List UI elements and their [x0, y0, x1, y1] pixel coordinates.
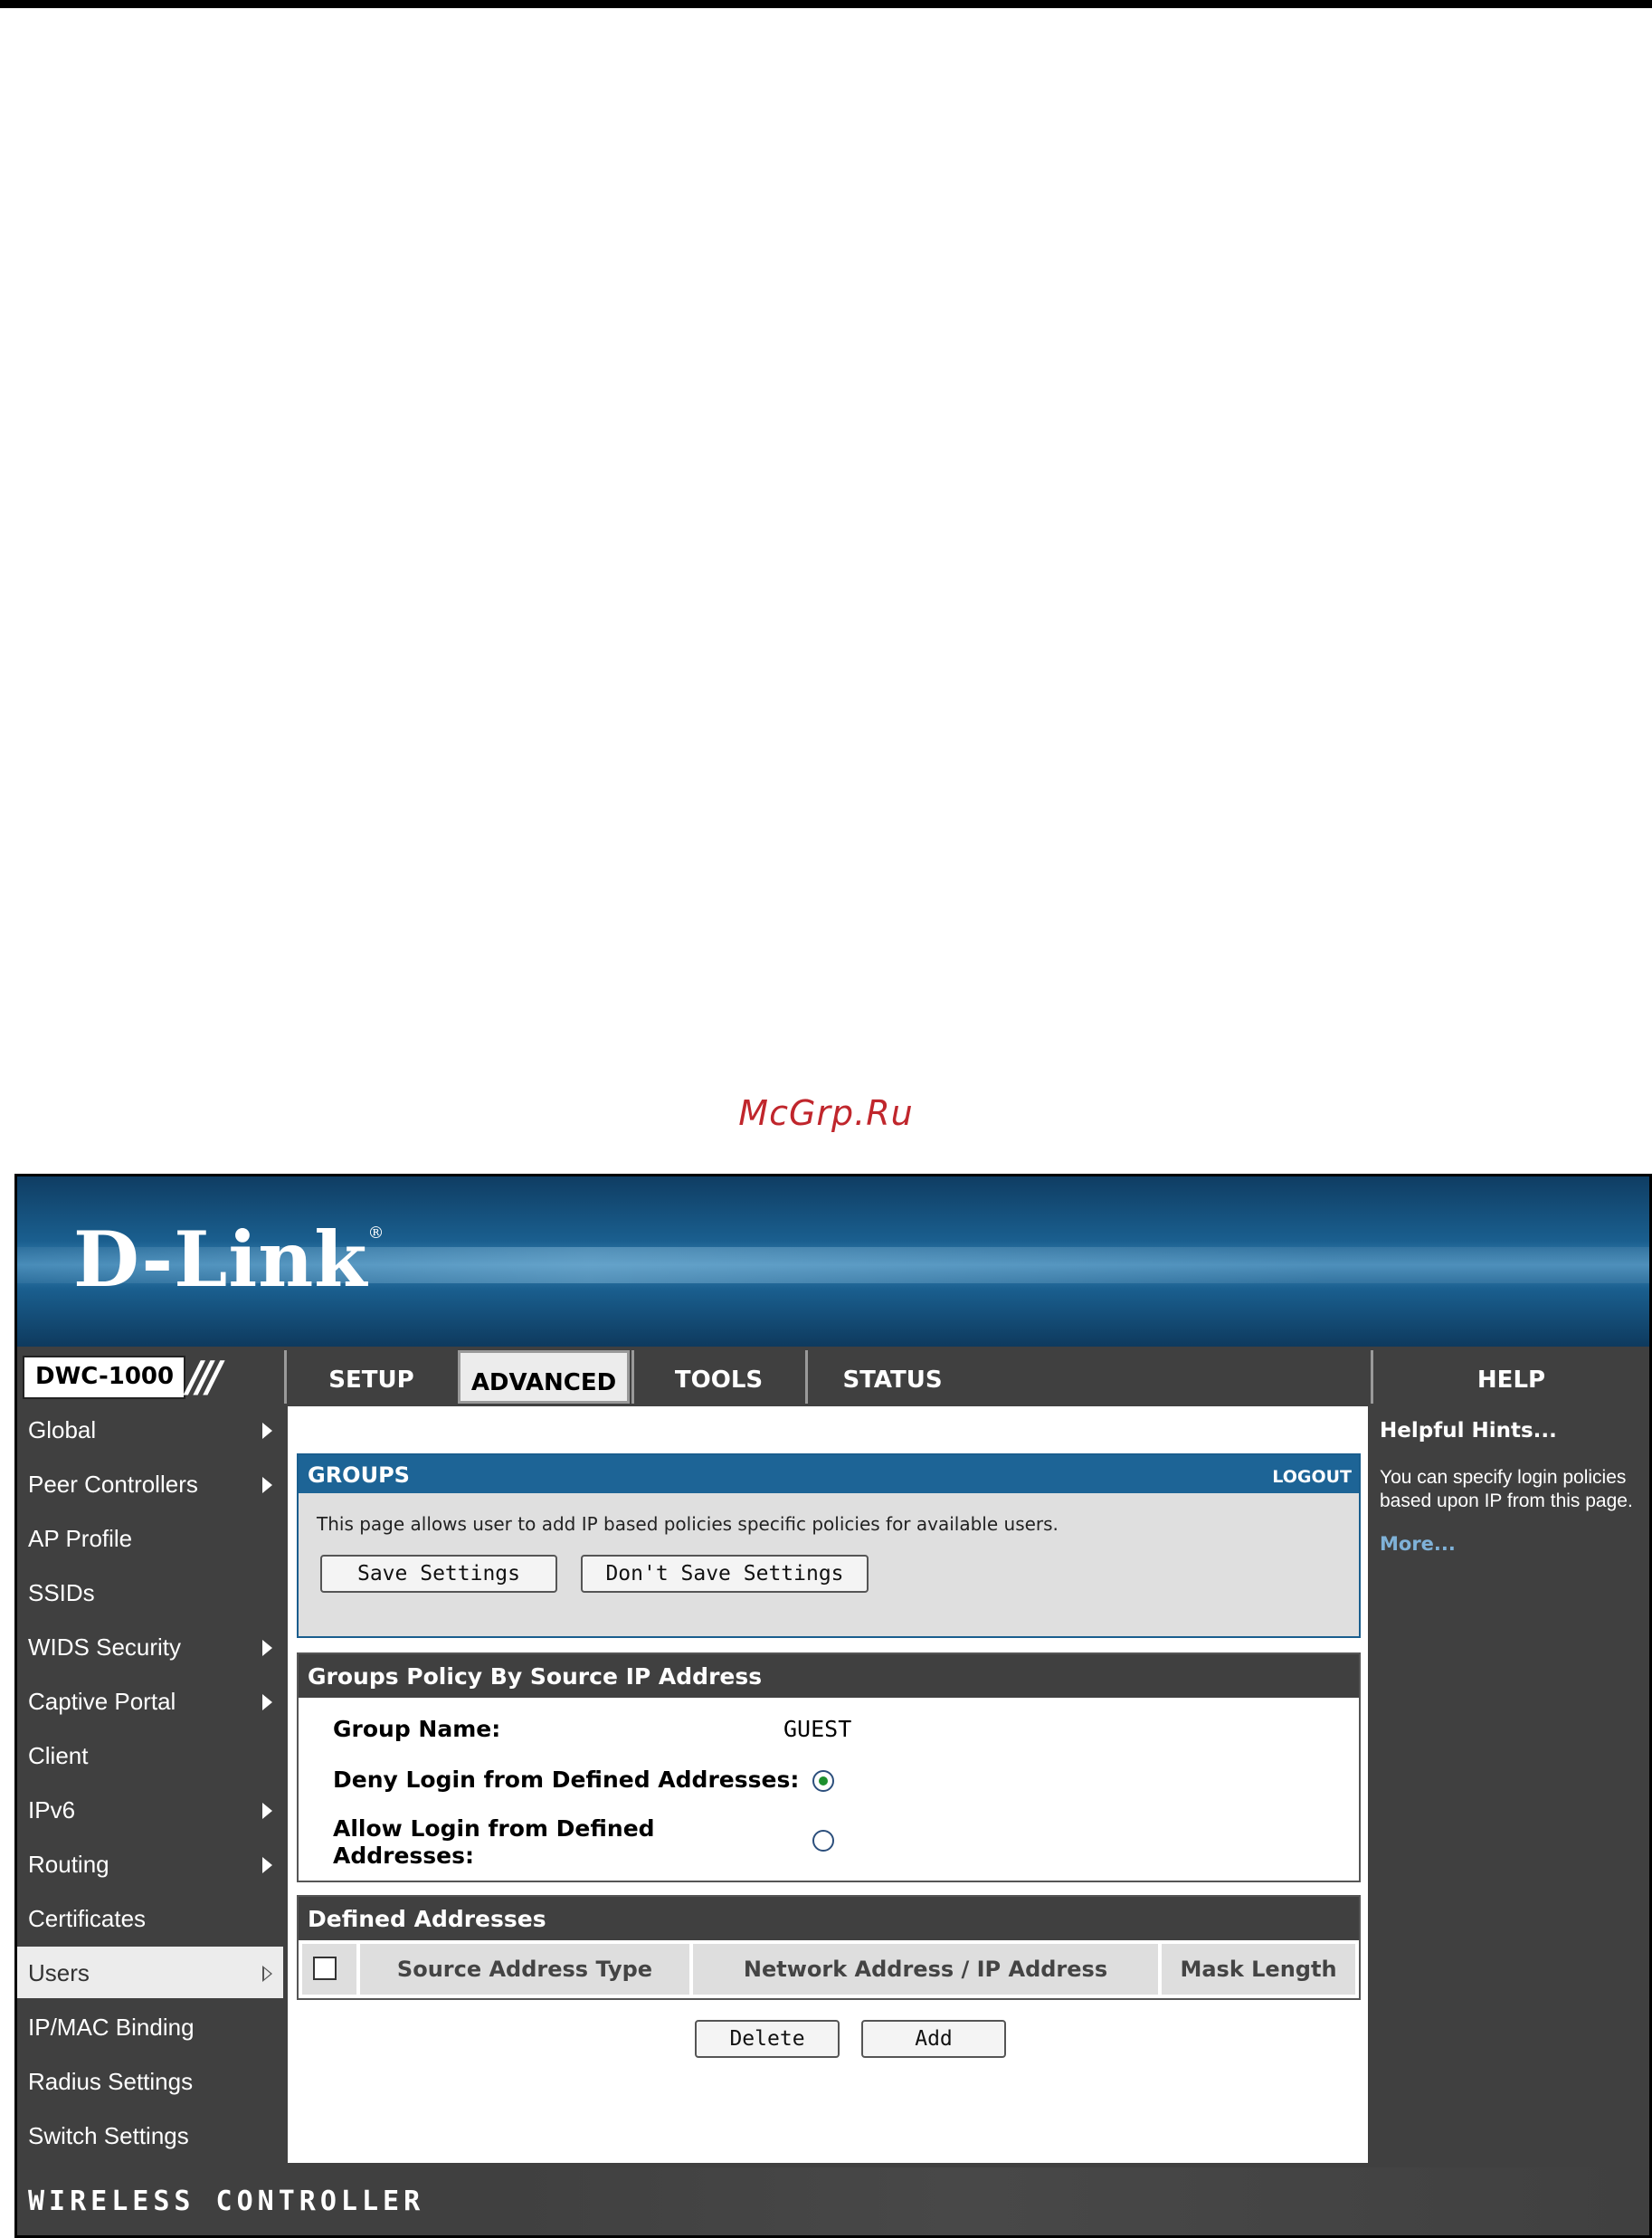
hollow-chevron-right-icon [262, 1966, 272, 1982]
footer: WIRELESS CONTROLLER [17, 2167, 1649, 2235]
chevron-right-icon [262, 1857, 272, 1873]
sidebar-item-label: Certificates [28, 1905, 147, 1932]
page-title: GROUPS [308, 1462, 410, 1488]
sidebar-item-ssids[interactable]: SSIDs [17, 1567, 283, 1618]
registered-mark: ® [367, 1224, 385, 1243]
sidebar-item-radius-settings[interactable]: Radius Settings [17, 2055, 283, 2107]
sidebar-item-label: IP/MAC Binding [28, 2014, 195, 2041]
sidebar-item-label: Users [28, 1959, 90, 1986]
tab-help[interactable]: HELP [1371, 1350, 1649, 1404]
slashes-decoration: /// [187, 1352, 222, 1401]
app-window: D-Link® DWC-1000 /// SETUP ADVANCED TOOL… [14, 1174, 1652, 2238]
page-description: This page allows user to add IP based po… [317, 1513, 1059, 1535]
sidebar-item-users[interactable]: Users [17, 1947, 283, 1998]
help-title: Helpful Hints... [1380, 1419, 1557, 1443]
defined-addresses-header: Defined Addresses [299, 1897, 1359, 1940]
sidebar-item-label: Routing [28, 1851, 109, 1878]
defined-addresses-panel: Defined Addresses Source Address Type Ne… [297, 1895, 1361, 2000]
sidebar-item-switch-settings[interactable]: Switch Settings [17, 2109, 283, 2161]
sidebar-item-label: Captive Portal [28, 1688, 176, 1715]
sidebar-item-client[interactable]: Client [17, 1729, 283, 1781]
addresses-table-header: Source Address Type Network Address / IP… [302, 1944, 1355, 1995]
sidebar-item-label: Peer Controllers [28, 1471, 198, 1498]
top-nav: DWC-1000 /// SETUP ADVANCED TOOLS STATUS… [17, 1347, 1649, 1404]
logout-link[interactable]: LOGOUT [1272, 1467, 1352, 1487]
sidebar-item-peer-controllers[interactable]: Peer Controllers [17, 1458, 283, 1509]
chevron-right-icon [262, 1477, 272, 1493]
policy-header: Groups Policy By Source IP Address [299, 1654, 1359, 1698]
footer-label: WIRELESS CONTROLLER [28, 2186, 425, 2217]
chevron-right-icon [262, 1640, 272, 1656]
policy-panel: Groups Policy By Source IP Address Group… [297, 1652, 1361, 1882]
sidebar-item-label: Radius Settings [28, 2068, 194, 2095]
tab-setup[interactable]: SETUP [284, 1350, 456, 1404]
tab-advanced[interactable]: ADVANCED [458, 1350, 630, 1404]
dont-save-settings-button[interactable]: Don't Save Settings [581, 1555, 869, 1593]
sidebar-item-label: WIDS Security [28, 1633, 182, 1661]
sidebar-item-ip-mac-binding[interactable]: IP/MAC Binding [17, 2001, 283, 2052]
chevron-right-icon [262, 1694, 272, 1710]
sidebar-item-label: Switch Settings [28, 2122, 189, 2149]
help-panel: Helpful Hints... You can specify login p… [1371, 1406, 1649, 2163]
select-all-cell [302, 1944, 360, 1995]
top-rule [0, 0, 1652, 8]
sidebar-item-label: SSIDs [28, 1579, 95, 1606]
sidebar-item-label: AP Profile [28, 1525, 133, 1552]
chevron-right-icon [262, 1803, 272, 1819]
help-more-link[interactable]: More... [1380, 1533, 1640, 1555]
column-network-address: Network Address / IP Address [693, 1944, 1162, 1995]
deny-login-radio[interactable] [812, 1770, 834, 1792]
allow-login-label-line1: Allow Login from Defined [333, 1815, 655, 1842]
header-banner: D-Link® [17, 1176, 1649, 1347]
sidebar-item-routing[interactable]: Routing [17, 1838, 283, 1890]
group-name-label: Group Name: [333, 1716, 501, 1742]
sidebar: Global Peer Controllers AP Profile SSIDs… [17, 1404, 283, 2164]
main-content: GROUPS LOGOUT This page allows user to a… [288, 1406, 1368, 2163]
allow-login-label-line2: Addresses: [333, 1843, 475, 1869]
sidebar-item-certificates[interactable]: Certificates [17, 1892, 283, 1944]
sidebar-item-ap-profile[interactable]: AP Profile [17, 1512, 283, 1564]
sidebar-item-label: Client [28, 1742, 89, 1769]
column-source-address-type: Source Address Type [360, 1944, 693, 1995]
allow-login-radio[interactable] [812, 1830, 834, 1852]
tab-status[interactable]: STATUS [805, 1350, 977, 1404]
sidebar-item-global[interactable]: Global [17, 1404, 283, 1455]
allow-login-label: Allow Login from Defined Addresses: [333, 1815, 655, 1870]
sidebar-item-label: Global [28, 1416, 97, 1443]
sidebar-item-ipv6[interactable]: IPv6 [17, 1784, 283, 1835]
sidebar-item-captive-portal[interactable]: Captive Portal [17, 1675, 283, 1727]
help-text: You can specify login policies based upo… [1380, 1467, 1633, 1511]
add-button[interactable]: Add [861, 2020, 1006, 2058]
sidebar-item-wids-security[interactable]: WIDS Security [17, 1621, 283, 1672]
sidebar-item-label: IPv6 [28, 1796, 76, 1824]
tab-tools[interactable]: TOOLS [631, 1350, 803, 1404]
logo-text: D-Link [73, 1214, 368, 1304]
column-mask-length: Mask Length [1162, 1944, 1355, 1995]
groups-panel: GROUPS LOGOUT This page allows user to a… [297, 1453, 1361, 1638]
deny-login-label: Deny Login from Defined Addresses: [333, 1767, 800, 1793]
group-name-value: GUEST [783, 1716, 852, 1742]
delete-button[interactable]: Delete [695, 2020, 840, 2058]
dlink-logo: D-Link® [73, 1214, 385, 1304]
select-all-checkbox[interactable] [313, 1957, 337, 1980]
chevron-right-icon [262, 1423, 272, 1439]
footer-gradient [506, 2167, 1649, 2235]
groups-header: GROUPS LOGOUT [299, 1455, 1359, 1493]
watermark: McGrp.Ru [738, 1093, 914, 1133]
save-settings-button[interactable]: Save Settings [320, 1555, 557, 1593]
model-label: DWC-1000 [23, 1356, 185, 1399]
